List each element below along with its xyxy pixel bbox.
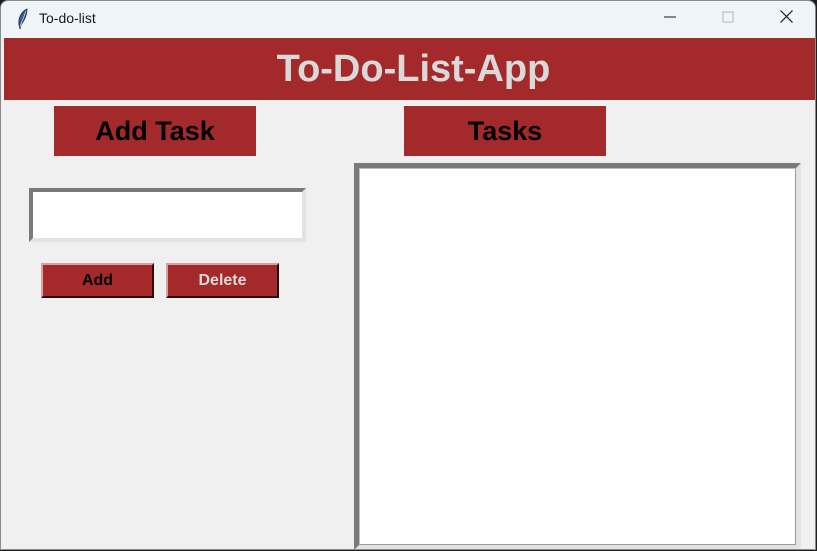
maximize-button[interactable] — [705, 1, 751, 37]
app-window: To-do-list To-Do-List-App Add Task Tasks… — [0, 0, 816, 550]
window-title: To-do-list — [39, 10, 96, 26]
feather-icon — [15, 8, 31, 30]
tasks-listbox[interactable] — [354, 163, 801, 549]
tasks-label: Tasks — [404, 106, 606, 156]
task-input[interactable] — [29, 188, 306, 242]
app-header: To-Do-List-App — [4, 38, 815, 100]
close-icon — [779, 10, 793, 28]
add-button[interactable]: Add — [41, 263, 154, 298]
title-bar[interactable]: To-do-list — [1, 1, 815, 37]
tasks-listbox-area[interactable] — [359, 168, 796, 545]
maximize-icon — [722, 10, 734, 28]
add-task-label: Add Task — [54, 106, 256, 156]
delete-button[interactable]: Delete — [166, 263, 279, 298]
minimize-button[interactable] — [647, 1, 693, 37]
app-title: To-Do-List-App — [276, 47, 551, 90]
minimize-icon — [664, 10, 676, 28]
close-button[interactable] — [763, 1, 809, 37]
